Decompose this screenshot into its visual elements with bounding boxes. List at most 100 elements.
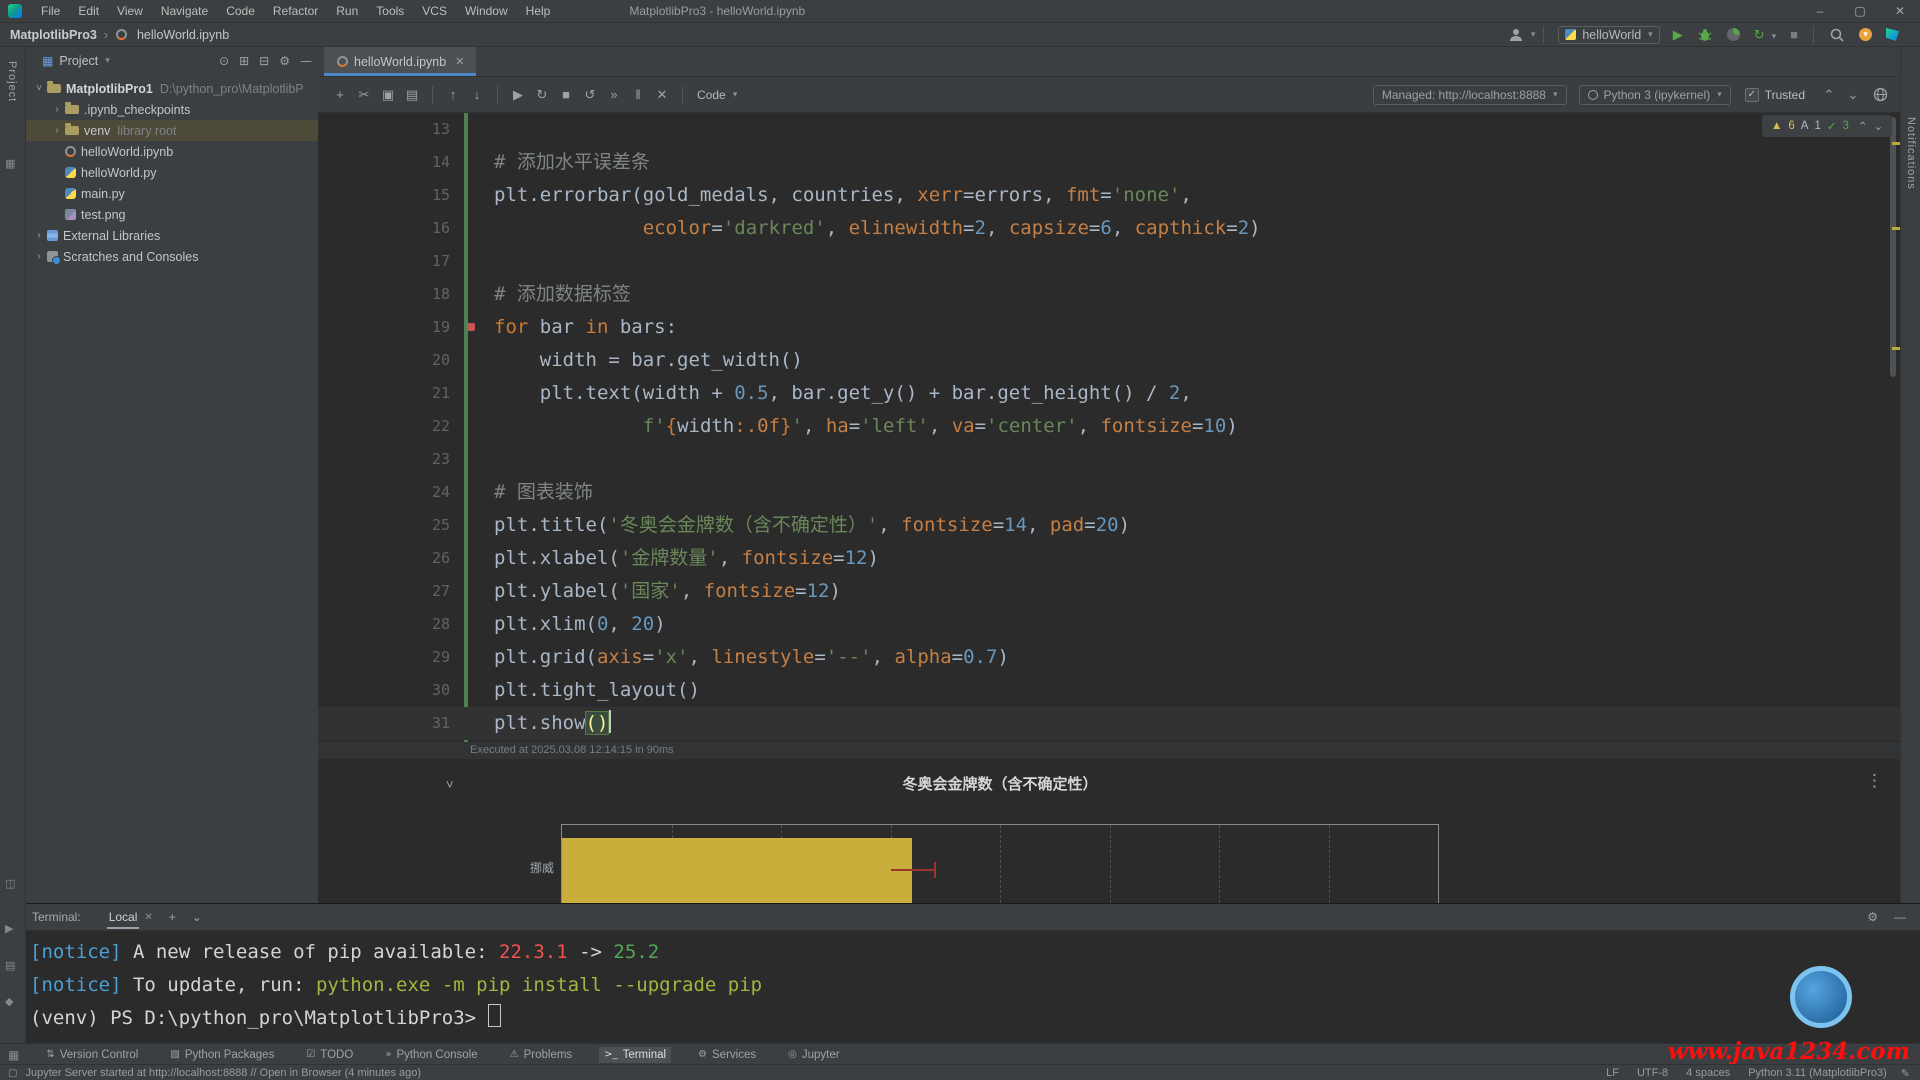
warning-stripe-mark[interactable] (1892, 347, 1900, 350)
menu-window[interactable]: Window (456, 4, 517, 18)
code-line-24[interactable]: 24# 图表装饰 (318, 476, 1900, 509)
tree-row-venv[interactable]: ›venvlibrary root (26, 120, 318, 141)
settings-icon[interactable]: ⚙ (279, 54, 290, 68)
toolwindow-services[interactable]: ⚙Services (693, 1047, 761, 1063)
status-4-spaces[interactable]: 4 spaces (1686, 1067, 1730, 1079)
output-collapse-icon[interactable]: ˅ (446, 777, 454, 792)
scroll-down-cell-icon[interactable]: ⌄ (1841, 87, 1865, 103)
terminal-tab-close-icon[interactable]: ✕ (144, 912, 152, 923)
run-cell-icon[interactable]: ▶ (506, 87, 530, 103)
move-cell-down-icon[interactable]: ↓ (465, 87, 489, 102)
folder-stripe-icon[interactable]: ▦ (5, 157, 15, 170)
tree-row-helloworld-py[interactable]: helloWorld.py (26, 162, 318, 183)
toolwindow-terminal[interactable]: >_Terminal (599, 1047, 671, 1063)
problems-stripe-icon[interactable]: ◆ (5, 995, 13, 1008)
tree-row-helloworld-ipynb[interactable]: helloWorld.ipynb (26, 141, 318, 162)
code-line-13[interactable]: 13 (318, 113, 1900, 146)
search-everywhere-icon[interactable] (1829, 27, 1845, 43)
tree-row-main-py[interactable]: main.py (26, 183, 318, 204)
tree-row-scratches-and-consoles[interactable]: ›Scratches and Consoles (26, 246, 318, 267)
project-stripe-tab[interactable]: Project (6, 61, 18, 102)
tree-row-matplotlibpro1[interactable]: ˅MatplotlibPro1D:\python_pro\MatplotlibP (26, 78, 318, 99)
code-line-29[interactable]: 29plt.grid(axis='x', linestyle='--', alp… (318, 641, 1900, 674)
warning-stripe-mark[interactable] (1892, 227, 1900, 230)
tab-helloworld-ipynb[interactable]: helloWorld.ipynb ✕ (324, 47, 476, 76)
run-configuration-select[interactable]: helloWorld ▾ (1558, 26, 1659, 44)
code-line-17[interactable]: 17 (318, 245, 1900, 278)
tab-close-icon[interactable]: ✕ (455, 55, 464, 68)
breadcrumb-file[interactable]: helloWorld.ipynb (137, 28, 229, 42)
output-menu-icon[interactable]: ⋮ (1866, 771, 1883, 791)
status-lf[interactable]: LF (1606, 1067, 1619, 1079)
code-line-27[interactable]: 27plt.ylabel('国家', fontsize=12) (318, 575, 1900, 608)
menu-view[interactable]: View (108, 4, 152, 18)
new-terminal-session-icon[interactable]: + (169, 910, 176, 924)
notifications-stripe-tab[interactable]: Notifications (1905, 117, 1917, 190)
terminal-tab-local[interactable]: Local (107, 910, 140, 924)
delete-cell-icon[interactable]: ✕ (650, 87, 674, 103)
status-python-3-11-matplotlibpro3[interactable]: Python 3.11 (MatplotlibPro3) (1748, 1067, 1887, 1079)
structure-stripe-icon[interactable]: ◫ (5, 877, 15, 890)
tree-row-external-libraries[interactable]: ›External Libraries (26, 225, 318, 246)
tree-chevron-icon[interactable]: › (32, 230, 46, 241)
terminal-dropdown-icon[interactable]: ⌄ (192, 910, 202, 924)
debug-button[interactable] (1697, 27, 1713, 43)
menu-tools[interactable]: Tools (367, 4, 413, 18)
run-with-coverage-button[interactable] (1727, 28, 1740, 41)
terminal-settings-icon[interactable]: ⚙ (1867, 910, 1878, 924)
floating-recorder-bubble[interactable] (1790, 966, 1852, 1028)
status-message[interactable]: Jupyter Server started at http://localho… (25, 1067, 421, 1079)
code-line-20[interactable]: 20 width = bar.get_width() (318, 344, 1900, 377)
user-profile-icon[interactable] (1508, 27, 1524, 43)
jupyter-server-select[interactable]: Managed: http://localhost:8888 ▾ (1373, 85, 1567, 105)
collapse-all-icon[interactable]: ⊟ (259, 54, 269, 68)
project-panel-title[interactable]: Project (59, 54, 98, 68)
terminal-output[interactable]: [notice] A new release of pip available:… (26, 931, 1920, 1035)
menu-run[interactable]: Run (327, 4, 367, 18)
trusted-checkbox[interactable]: ✓ Trusted (1745, 88, 1805, 102)
code-line-16[interactable]: 16 ecolor='darkred', elinewidth=2, capsi… (318, 212, 1900, 245)
next-problem-icon[interactable]: ⌄ (1874, 119, 1884, 133)
menu-refactor[interactable]: Refactor (264, 4, 327, 18)
interrupt-kernel-icon[interactable]: ‖ (626, 87, 650, 102)
toolwindow-python-console[interactable]: »Python Console (380, 1047, 482, 1063)
tree-chevron-icon[interactable]: › (32, 251, 46, 262)
code-line-23[interactable]: 23 (318, 443, 1900, 476)
code-line-15[interactable]: 15plt.errorbar(gold_medals, countries, x… (318, 179, 1900, 212)
tree-row-ipynb-checkpoints[interactable]: ›.ipynb_checkpoints (26, 99, 318, 120)
menu-help[interactable]: Help (517, 4, 560, 18)
hide-panel-icon[interactable]: — (300, 54, 312, 68)
restart-kernel-icon[interactable]: ↻ (530, 87, 554, 103)
toolwindow-version-control[interactable]: ⇅Version Control (41, 1047, 143, 1063)
add-cell-icon[interactable]: + (328, 87, 352, 102)
open-in-browser-icon[interactable] (1873, 87, 1888, 102)
tree-chevron-icon[interactable]: ˅ (32, 83, 46, 94)
kernel-select[interactable]: Python 3 (ipykernel) ▾ (1579, 85, 1731, 105)
tree-chevron-icon[interactable]: › (50, 104, 64, 115)
status-event-icon[interactable]: ▢ (8, 1068, 17, 1079)
run-all-icon[interactable]: » (602, 87, 626, 102)
code-line-22[interactable]: 22 f'{width:.0f}', ha='left', va='center… (318, 410, 1900, 443)
paste-cell-icon[interactable]: ▤ (400, 87, 424, 103)
code-line-30[interactable]: 30plt.tight_layout() (318, 674, 1900, 707)
code-line-18[interactable]: 18# 添加数据标签 (318, 278, 1900, 311)
cut-cell-icon[interactable]: ✂ (352, 87, 376, 103)
close-button[interactable]: ✕ (1880, 4, 1920, 18)
cell-type-select[interactable]: Code ▾ (697, 88, 737, 102)
prev-problem-icon[interactable]: ⌃ (1858, 119, 1868, 133)
tree-row-test-png[interactable]: test.png (26, 204, 318, 225)
run-stripe-icon[interactable]: ▶ (5, 922, 13, 935)
editor-scrollbar[interactable] (1890, 117, 1896, 377)
update-notification-icon[interactable]: ▾ (1859, 28, 1872, 41)
warning-stripe-mark[interactable] (1892, 142, 1900, 145)
locate-file-icon[interactable]: ⊙ (219, 54, 229, 68)
toolwindow-python-packages[interactable]: ▧Python Packages (165, 1047, 279, 1063)
gutter-mark-icon[interactable] (467, 323, 475, 331)
code-line-31[interactable]: 31plt.show() (318, 707, 1900, 740)
menu-vcs[interactable]: VCS (413, 4, 456, 18)
menu-code[interactable]: Code (217, 4, 264, 18)
code-line-28[interactable]: 28plt.xlim(0, 20) (318, 608, 1900, 641)
minimize-button[interactable]: – (1800, 4, 1840, 18)
terminal-hide-icon[interactable]: — (1894, 910, 1906, 924)
readonly-icon[interactable]: ✎ (1901, 1067, 1910, 1080)
